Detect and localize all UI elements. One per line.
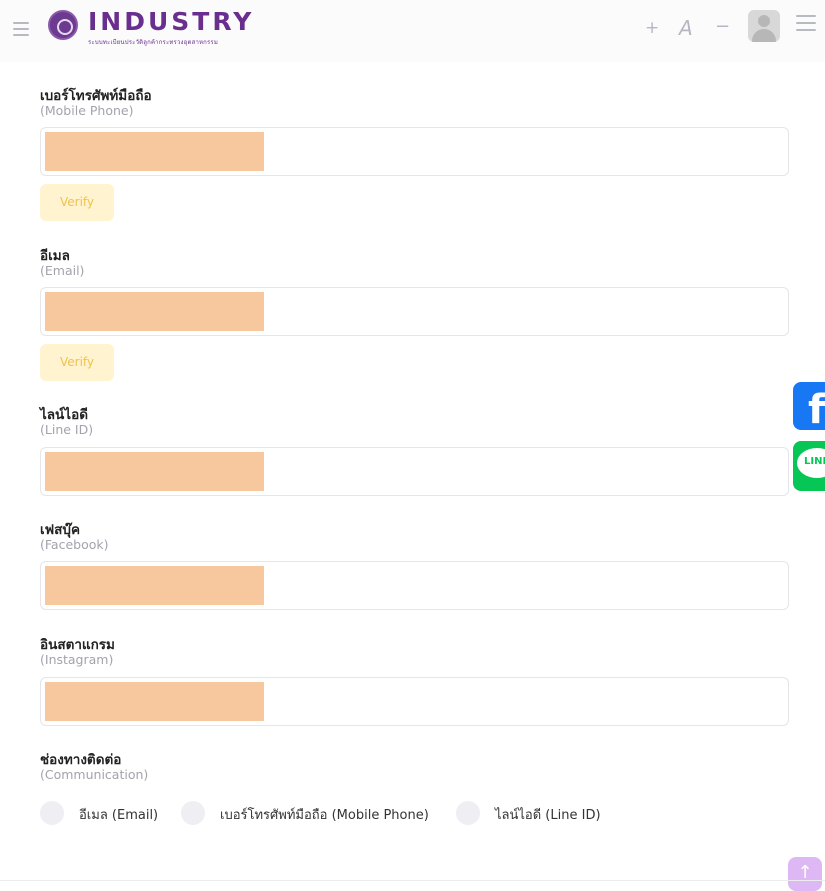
facebook-icon: f xyxy=(808,387,825,433)
logo-subtitle: ระบบทะเบียนประวัติลูกค้ากระทรวงอุตสาหกรร… xyxy=(88,39,219,46)
line-id-sublabel: (Line ID) xyxy=(40,422,94,437)
instagram-input[interactable] xyxy=(40,677,789,726)
radio-circle[interactable] xyxy=(40,801,64,825)
scroll-to-top-button[interactable]: ↑ xyxy=(788,857,822,891)
verify-mobile-button[interactable]: Verify xyxy=(40,184,114,221)
line-id-input[interactable] xyxy=(40,447,789,496)
hamburger-menu-icon[interactable] xyxy=(13,22,29,36)
redacted-value xyxy=(45,292,264,331)
facebook-input[interactable] xyxy=(40,561,789,610)
top-header: INDUSTRY ระบบทะเบียนประวัติลูกค้ากระทรวง… xyxy=(0,0,825,62)
redacted-value xyxy=(45,566,264,605)
radio-circle[interactable] xyxy=(456,801,480,825)
facebook-sublabel: (Facebook) xyxy=(40,537,109,552)
font-size-label: A xyxy=(679,16,693,40)
list-menu-icon[interactable] xyxy=(796,15,816,37)
redacted-value xyxy=(45,132,264,171)
redacted-value xyxy=(45,682,264,721)
email-sublabel: (Email) xyxy=(40,263,85,278)
ministry-seal-icon xyxy=(48,10,78,40)
facebook-side-button[interactable]: f xyxy=(793,382,825,433)
avatar-body-icon xyxy=(752,29,776,42)
font-increase-button[interactable]: + xyxy=(645,18,659,38)
logo-text: INDUSTRY xyxy=(88,7,255,36)
radio-label: อีเมล (Email) xyxy=(79,808,159,823)
communication-sublabel: (Communication) xyxy=(40,767,149,782)
line-icon-text: LINE xyxy=(804,456,825,467)
email-input[interactable] xyxy=(40,287,789,336)
verify-email-button[interactable]: Verify xyxy=(40,344,114,381)
radio-label: เบอร์โทรศัพท์มือถือ (Mobile Phone) xyxy=(220,808,429,823)
line-side-button[interactable]: LINE xyxy=(793,441,825,491)
instagram-sublabel: (Instagram) xyxy=(40,652,114,667)
radio-circle[interactable] xyxy=(181,801,205,825)
mobile-phone-sublabel: (Mobile Phone) xyxy=(40,103,134,118)
avatar-head-icon xyxy=(758,15,770,27)
mobile-phone-input[interactable] xyxy=(40,127,789,176)
font-decrease-button[interactable]: − xyxy=(715,16,730,37)
user-avatar[interactable] xyxy=(748,10,780,42)
redacted-value xyxy=(45,452,264,491)
radio-label: ไลน์ไอดี (Line ID) xyxy=(495,808,601,823)
